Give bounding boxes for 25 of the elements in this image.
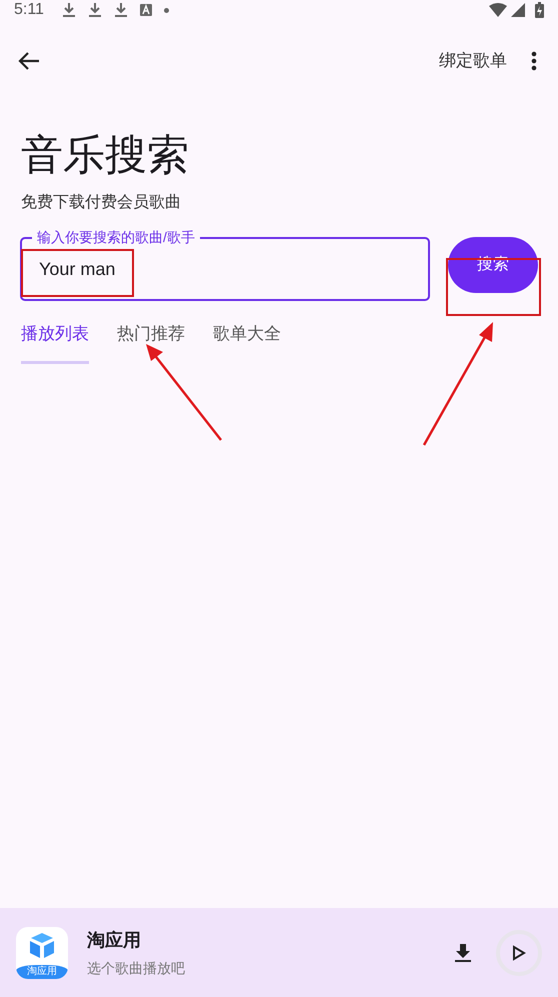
font-icon [140, 4, 152, 16]
bind-playlist-button[interactable]: 绑定歌单 [439, 48, 507, 74]
player-subtitle: 选个歌曲播放吧 [87, 958, 185, 978]
back-icon[interactable] [18, 51, 40, 71]
more-icon[interactable] [531, 51, 537, 71]
download-icon [114, 2, 128, 18]
tab[interactable]: 歌单大全 [213, 321, 281, 364]
player-title: 淘应用 [87, 928, 142, 952]
wifi-icon [489, 3, 507, 17]
tab[interactable]: 热门推荐 [117, 321, 185, 364]
cube-icon [27, 930, 57, 960]
download-icon [88, 2, 102, 18]
play-icon [512, 944, 526, 960]
download-icon [62, 2, 76, 18]
dot-icon [164, 8, 169, 12]
page-title: 音乐搜索 [21, 130, 190, 180]
page-subtitle: 免费下载付费会员歌曲 [21, 192, 182, 213]
download-icon[interactable] [454, 942, 472, 962]
status-time: 5:11 [14, 0, 44, 20]
tab[interactable]: 播放列表 [21, 321, 89, 364]
signal-icon [511, 3, 525, 17]
search-field-value: Your man [39, 258, 116, 280]
app-icon-label: 淘应用 [16, 964, 68, 978]
search-field-label: 输入你要搜索的歌曲/歌手 [32, 228, 200, 246]
play-button[interactable] [496, 930, 542, 976]
